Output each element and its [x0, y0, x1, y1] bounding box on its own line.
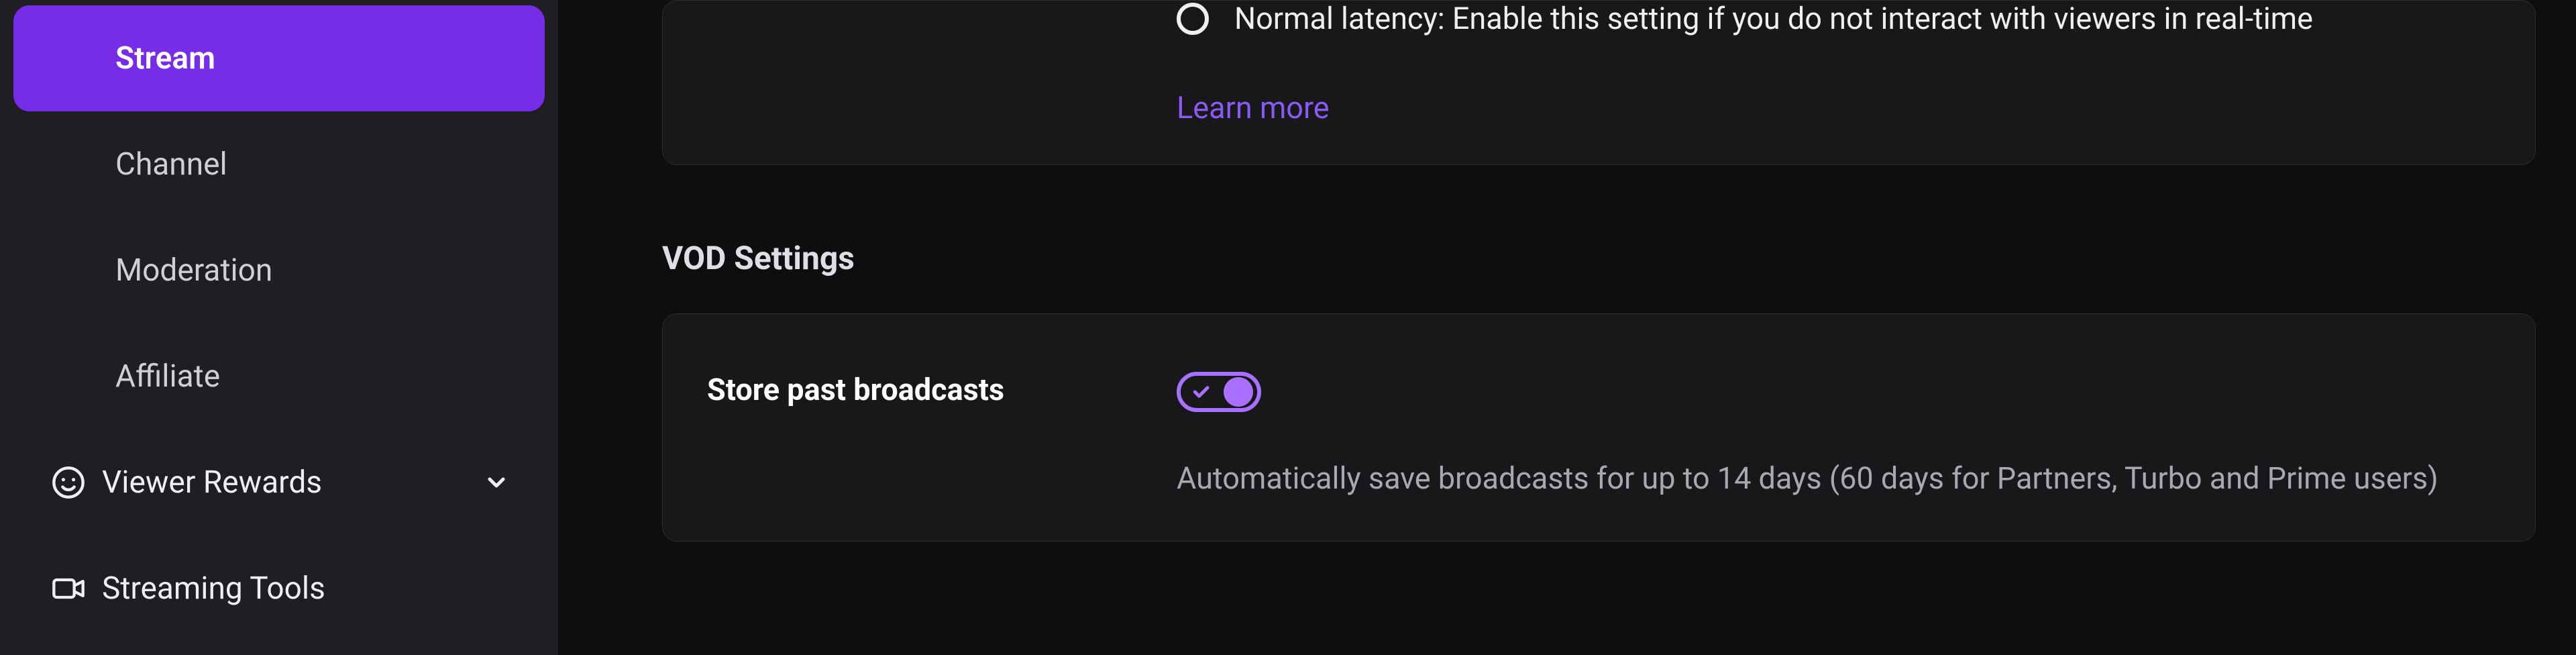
camera-icon: [51, 571, 102, 606]
vod-card: Store past broadcasts Automatically save…: [662, 313, 2536, 542]
sidebar-item-label: Affiliate: [115, 358, 220, 395]
store-past-broadcasts-desc: Automatically save broadcasts for up to …: [1177, 455, 2491, 502]
learn-more-link[interactable]: Learn more: [1177, 90, 1330, 125]
latency-normal-label: Normal latency: Enable this setting if y…: [1234, 1, 2313, 36]
store-past-broadcasts-row: Store past broadcasts Automatically save…: [707, 314, 2491, 502]
sidebar-item-label: Moderation: [115, 252, 272, 289]
sidebar-item-moderation[interactable]: Moderation: [13, 217, 545, 323]
sidebar-group-label: Streaming Tools: [102, 570, 510, 607]
sidebar-group-viewer-rewards[interactable]: Viewer Rewards: [13, 430, 545, 536]
latency-normal-option[interactable]: Normal latency: Enable this setting if y…: [1177, 1, 2491, 36]
sidebar-item-affiliate[interactable]: Affiliate: [13, 323, 545, 430]
sidebar-item-label: Stream: [115, 40, 215, 77]
settings-sidebar: Stream Channel Moderation Affiliate View…: [0, 0, 558, 655]
vod-settings-title: VOD Settings: [662, 239, 2536, 277]
store-past-broadcasts-label: Store past broadcasts: [707, 372, 1004, 407]
store-past-broadcasts-toggle[interactable]: [1177, 372, 1261, 412]
latency-card: Normal latency: Enable this setting if y…: [662, 0, 2536, 165]
smile-icon: [51, 465, 102, 500]
check-icon: [1190, 381, 1212, 403]
settings-main: Normal latency: Enable this setting if y…: [558, 0, 2576, 655]
sidebar-group-label: Viewer Rewards: [102, 464, 483, 501]
sidebar-item-label: Channel: [115, 146, 227, 183]
chevron-down-icon: [483, 469, 510, 496]
sidebar-item-channel[interactable]: Channel: [13, 111, 545, 217]
radio-icon: [1177, 3, 1209, 35]
sidebar-item-stream[interactable]: Stream: [13, 5, 545, 111]
toggle-knob: [1224, 377, 1253, 407]
sidebar-group-streaming-tools[interactable]: Streaming Tools: [13, 536, 545, 642]
